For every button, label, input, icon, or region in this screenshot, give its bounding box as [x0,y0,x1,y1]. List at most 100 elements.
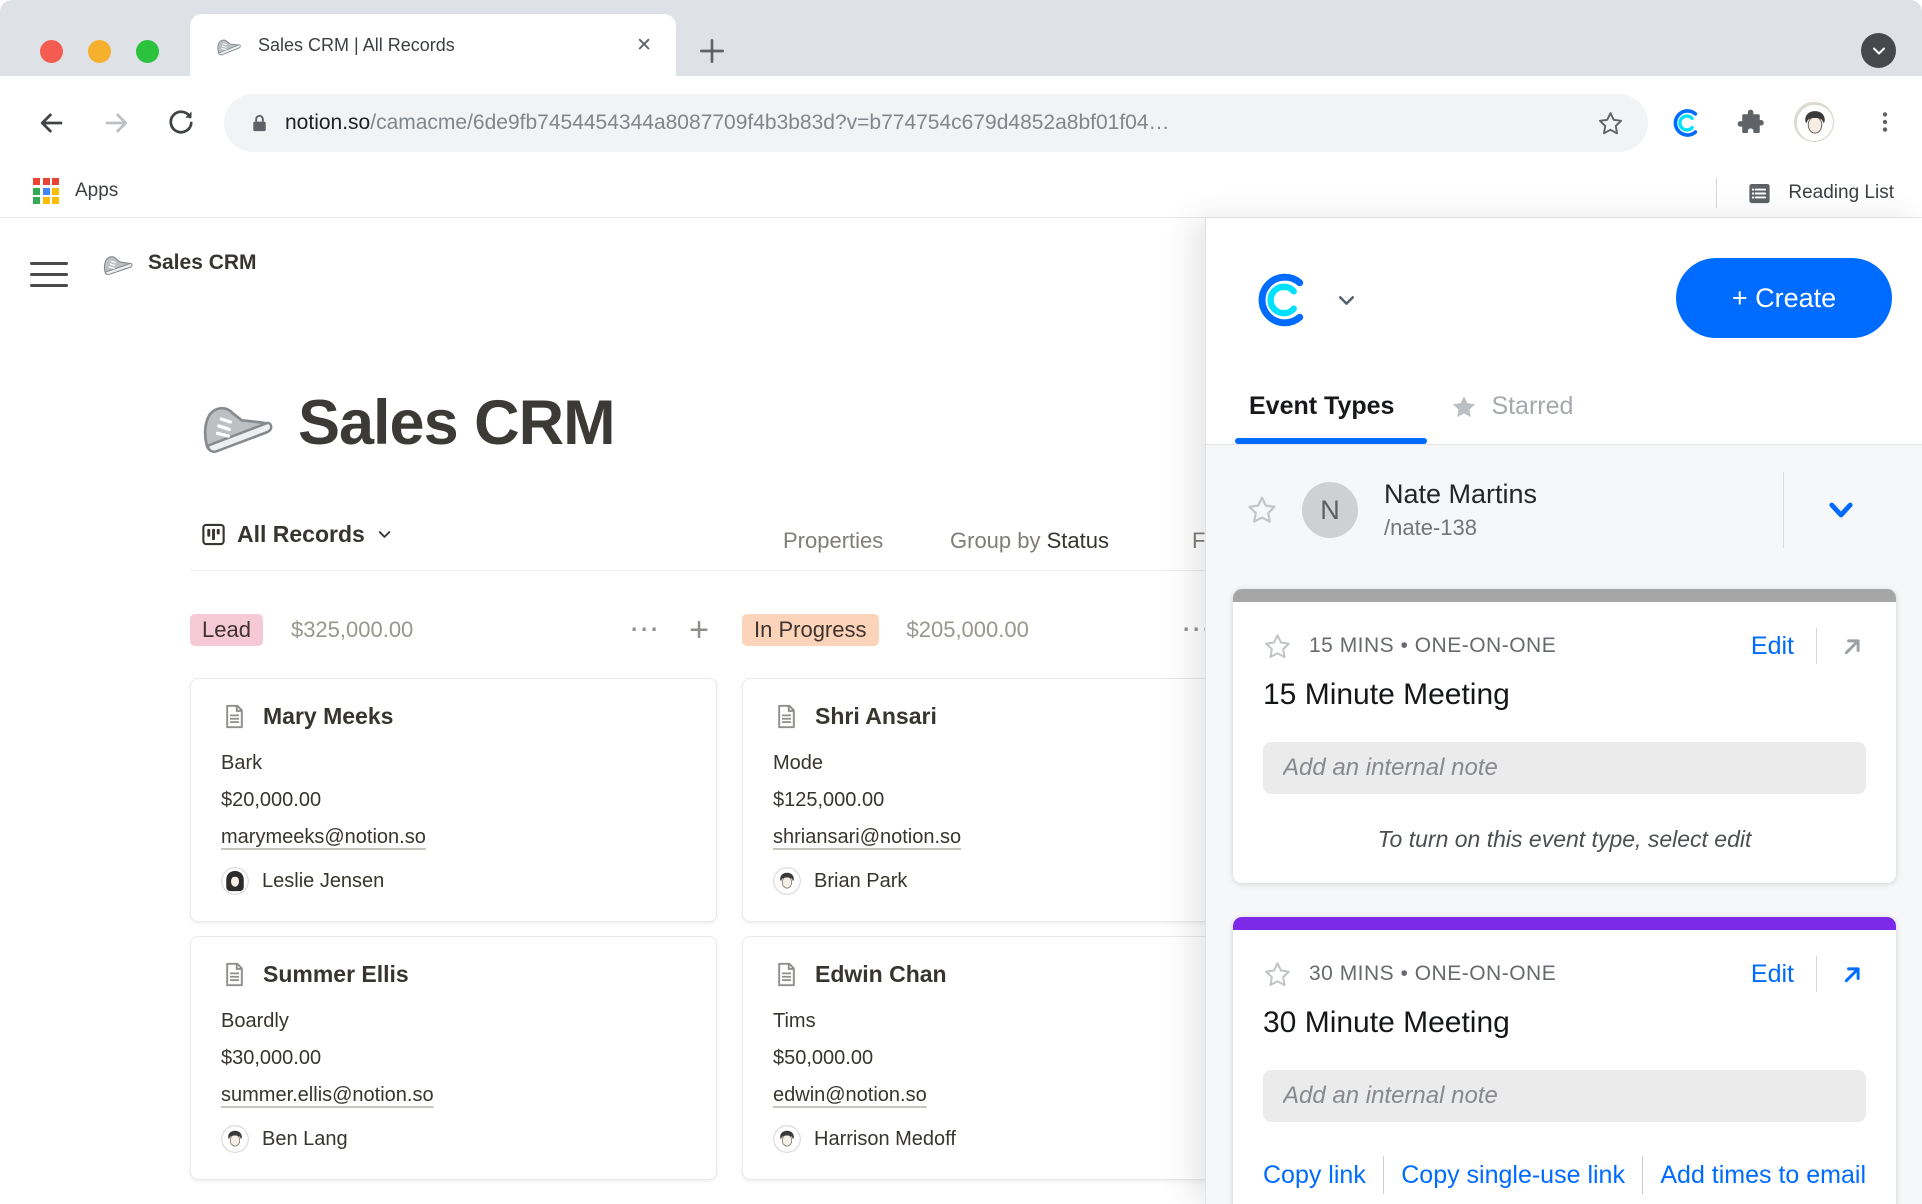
card-title-row: Shri Ansari [773,703,1205,730]
reading-list-shortcut[interactable]: Reading List [1716,178,1894,208]
user-row[interactable]: N Nate Martins /nate-138 [1206,445,1922,575]
tab-close-icon[interactable]: ✕ [636,34,652,57]
event-actions: Copy link Copy single-use link Add times… [1263,1156,1866,1194]
actions-divider [1383,1156,1384,1194]
forward-button[interactable] [102,108,132,138]
browser-tab[interactable]: Sales CRM | All Records ✕ [190,14,676,76]
calendly-extension-icon[interactable] [1668,104,1706,142]
card-amount: $30,000.00 [221,1047,686,1070]
properties-button[interactable]: Properties [783,528,883,554]
content-area: Sales CRM Sales CRM All Records Properti… [0,218,1922,1204]
column-more-icon[interactable]: ⋯ [1181,615,1205,645]
page-title-row: Sales CRM [194,382,615,464]
extensions-puzzle-icon[interactable] [1736,108,1766,138]
open-external-icon[interactable] [1839,633,1866,660]
group-badge[interactable]: In Progress [742,614,879,646]
card-email-link[interactable]: marymeeks@notion.so [221,826,686,849]
copy-link-button[interactable]: Copy link [1263,1161,1366,1190]
card-company: Mode [773,752,1205,775]
user-row-divider [1783,472,1784,548]
event-card-15-minute: 15 MINS • ONE-ON-ONE Edit 15 Minute Meet… [1233,589,1896,883]
new-tab-button[interactable] [696,35,728,67]
zoom-window-button[interactable] [136,40,159,63]
event-meta-row: 15 MINS • ONE-ON-ONE Edit [1263,628,1866,664]
back-button[interactable] [36,108,66,138]
owner-name: Ben Lang [262,1128,348,1151]
add-times-to-email-button[interactable]: Add times to email [1660,1161,1866,1190]
card-owner: Brian Park [773,867,1205,895]
event-meta: 15 MINS • ONE-ON-ONE [1309,634,1556,658]
open-external-icon[interactable] [1839,961,1866,988]
event-title: 30 Minute Meeting [1263,1006,1866,1040]
create-button[interactable]: + Create [1676,258,1892,338]
address-bar[interactable]: notion.so/camacme/6de9fb7454454344a80877… [224,94,1648,152]
star-icon[interactable] [1263,632,1292,661]
star-icon[interactable] [1246,494,1278,526]
browser-menu-icon[interactable] [1872,109,1898,135]
breadcrumb[interactable]: Sales CRM [100,246,257,280]
event-types-list: N Nate Martins /nate-138 15 MINS • ONE-O [1206,445,1922,1204]
record-card-summer-ellis[interactable]: Summer Ellis Boardly $30,000.00 summer.e… [190,936,717,1180]
minimize-window-button[interactable] [88,40,111,63]
event-hint: To turn on this event type, select edit [1263,826,1866,853]
copy-single-use-link-button[interactable]: Copy single-use link [1401,1161,1625,1190]
kanban-column-in-progress: In Progress $205,000.00 ⋯ + Shri Ansari … [742,600,1205,1194]
view-name: All Records [237,521,365,548]
user-slug: /nate-138 [1384,515,1537,541]
tab-bar: Sales CRM | All Records ✕ [0,0,1922,76]
card-owner: Harrison Medoff [773,1125,1205,1153]
edit-link[interactable]: Edit [1751,632,1794,661]
kanban-column-lead: Lead $325,000.00 ⋯ + Mary Meeks Bark $20… [190,600,717,1194]
edit-link[interactable]: Edit [1751,960,1794,989]
notion-page: Sales CRM Sales CRM All Records Properti… [0,218,1205,1204]
reload-button[interactable] [166,108,196,138]
card-owner: Leslie Jensen [221,867,686,895]
filter-button-partial[interactable]: F [1192,528,1205,554]
page-icon [773,703,800,730]
event-color-bar [1233,589,1896,602]
record-card-shri-ansari[interactable]: Shri Ansari Mode $125,000.00 shriansari@… [742,678,1205,922]
tab-starred[interactable]: Starred [1450,392,1573,421]
profile-avatar[interactable] [1794,102,1834,142]
user-avatar: N [1302,482,1358,538]
internal-note-input[interactable] [1263,1070,1866,1122]
reading-list-icon [1746,180,1773,207]
apps-grid-icon [33,178,59,204]
page-title: Sales CRM [298,387,615,459]
group-badge[interactable]: Lead [190,614,263,646]
group-by-button[interactable]: Group by Status [950,528,1109,554]
group-sum: $205,000.00 [907,617,1029,643]
event-color-bar [1233,917,1896,930]
chevron-down-icon [375,525,394,544]
collapse-chevron-icon[interactable] [1824,493,1858,527]
card-email-link[interactable]: summer.ellis@notion.so [221,1084,686,1107]
bookmark-star-icon[interactable] [1597,110,1624,137]
apps-shortcut[interactable]: Apps [33,178,118,204]
card-company: Bark [221,752,686,775]
reading-list-label: Reading List [1788,182,1894,204]
tab-search-menu-button[interactable] [1861,33,1896,68]
column-more-icon[interactable]: ⋯ [629,615,659,645]
event-card-body: 15 MINS • ONE-ON-ONE Edit 15 Minute Meet… [1233,602,1896,883]
card-title-row: Summer Ellis [221,961,686,988]
tab-event-types[interactable]: Event Types [1249,392,1394,421]
record-card-mary-meeks[interactable]: Mary Meeks Bark $20,000.00 marymeeks@not… [190,678,717,922]
calendly-account-selector[interactable] [1248,264,1359,336]
card-email-link[interactable]: edwin@notion.so [773,1084,1205,1107]
record-card-edwin-chan[interactable]: Edwin Chan Tims $50,000.00 edwin@notion.… [742,936,1205,1180]
card-title-row: Edwin Chan [773,961,1205,988]
apps-label: Apps [75,180,118,202]
sidebar-menu-icon[interactable] [30,254,68,295]
star-icon[interactable] [1263,960,1292,989]
event-meta-row: 30 MINS • ONE-ON-ONE Edit [1263,956,1866,992]
internal-note-input[interactable] [1263,742,1866,794]
meta-divider [1816,956,1817,992]
calendly-logo-icon [1248,264,1320,336]
event-title: 15 Minute Meeting [1263,678,1866,712]
browser-window: Sales CRM | All Records ✕ notion.so/cama… [0,0,1922,1204]
actions-divider [1642,1156,1643,1194]
close-window-button[interactable] [40,40,63,63]
view-selector[interactable]: All Records [200,521,394,548]
column-add-icon[interactable]: + [689,613,709,647]
card-email-link[interactable]: shriansari@notion.so [773,826,1205,849]
